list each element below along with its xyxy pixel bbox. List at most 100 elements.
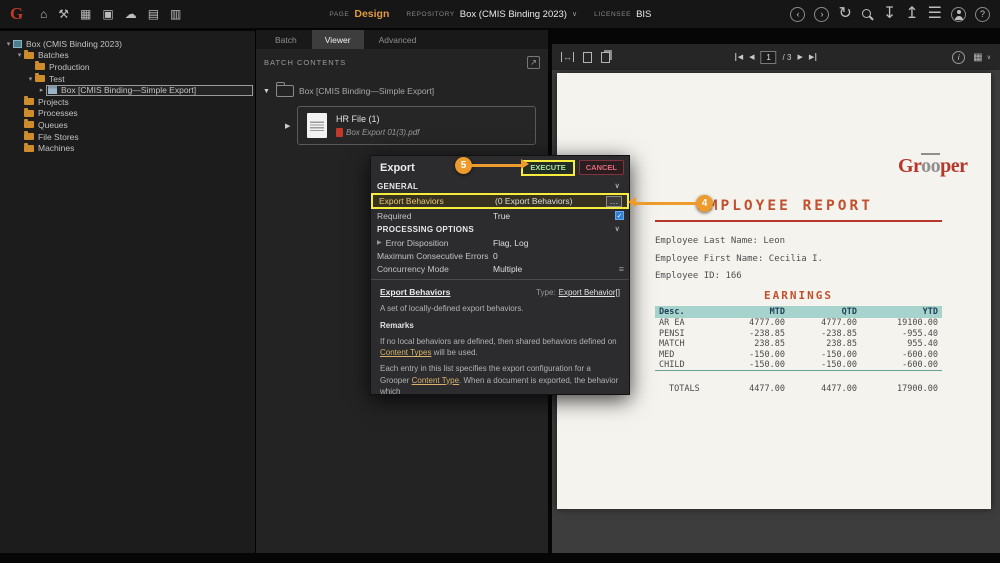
sidebar-item-box-batch[interactable]: ▸ Box [CMIS Binding—Simple Export] xyxy=(0,84,255,96)
stack-icon[interactable]: ☰ xyxy=(928,6,942,22)
help-remark-2: Each entry in this list specifies the ex… xyxy=(380,363,620,395)
content-types-link[interactable]: Content Types xyxy=(380,348,431,357)
content-type-link[interactable]: Content Type xyxy=(412,376,459,385)
export-dialog: Export EXECUTE CANCEL GENERAL ∨ Export B… xyxy=(370,155,630,395)
search-icon[interactable] xyxy=(861,8,874,21)
selected-node-outline[interactable]: Box [CMIS Binding—Simple Export] xyxy=(46,85,253,96)
hamburger-icon[interactable]: ≡ xyxy=(619,264,624,274)
upload-icon[interactable]: ↥ xyxy=(905,6,918,22)
tab-advanced[interactable]: Advanced xyxy=(366,30,430,49)
tab-viewer[interactable]: Viewer xyxy=(312,30,364,49)
sidebar-item-production[interactable]: Production xyxy=(0,61,255,73)
tree-expander-icon[interactable]: ▾ xyxy=(4,40,13,48)
required-checkbox[interactable]: ✓ xyxy=(615,211,624,220)
refresh-icon[interactable]: ↻ xyxy=(838,6,851,22)
sidebar-item-label: Production xyxy=(49,62,90,72)
property-value: 0 xyxy=(493,251,624,261)
annotation-arrow-4-line xyxy=(636,202,697,205)
document-card[interactable]: ▶ HR File (1) Box Export 01(3).pdf xyxy=(297,106,536,145)
sidebar-item-label: Projects xyxy=(38,97,69,107)
processing-options-header[interactable]: PROCESSING OPTIONS ∨ xyxy=(371,222,629,236)
sidebar-item-test[interactable]: ▾ Test xyxy=(0,73,255,85)
folder-icon xyxy=(24,52,34,59)
file-subtitle: Box Export 01(3).pdf xyxy=(336,128,419,137)
viewer-right-icons: i ▦ ∨ xyxy=(952,51,991,64)
grooper-logo[interactable]: G xyxy=(10,4,28,24)
doc-title: EMPLOYEE REPORT xyxy=(697,198,873,214)
chevron-down-icon[interactable]: ∨ xyxy=(572,10,577,18)
sidebar-item-projects[interactable]: Projects xyxy=(0,96,255,108)
sidebar-item-label: Processes xyxy=(38,108,78,118)
multi-page-icon[interactable] xyxy=(601,52,610,63)
sidebar-item-repository[interactable]: ▾ Box (CMIS Binding 2023) xyxy=(0,38,255,50)
sidebar-item-label: Batches xyxy=(38,50,69,60)
viewer-toolbar: ↔ ◀ ◀ 1 / 3 ▶ ▶ i ▦ ∨ xyxy=(552,44,1000,70)
back-icon[interactable]: ‹ xyxy=(790,7,805,22)
help-icon[interactable]: ? xyxy=(975,7,990,22)
batches-icon[interactable]: ▦ xyxy=(80,8,91,20)
earnings-heading: EARNINGS xyxy=(655,289,942,302)
max-consecutive-errors-row[interactable]: Maximum Consecutive Errors 0 xyxy=(371,249,629,262)
folder-icon xyxy=(24,133,34,140)
folders-icon[interactable]: ▤ xyxy=(148,8,159,20)
required-row[interactable]: Required True ✓ xyxy=(371,209,629,222)
sidebar-item-machines[interactable]: Machines xyxy=(0,142,255,154)
sidebar-item-queues[interactable]: Queues xyxy=(0,119,255,131)
popout-icon[interactable]: ↗ xyxy=(527,56,540,69)
table-header-row: Desc. MTD QTD YTD xyxy=(655,306,942,318)
chevron-down-icon[interactable]: ∨ xyxy=(615,182,620,190)
repository-value[interactable]: Box (CMIS Binding 2023) xyxy=(460,9,567,20)
forward-icon[interactable]: › xyxy=(814,7,829,22)
sidebar-item-processes[interactable]: Processes xyxy=(0,108,255,120)
expander-icon[interactable]: ▶ xyxy=(377,239,382,246)
batch-root-folder[interactable]: ▼ Box [CMIS Binding—Simple Export] xyxy=(262,85,540,97)
annotation-step-4: 4 xyxy=(696,195,713,212)
sidebar-item-label: File Stores xyxy=(38,132,79,142)
concurrency-mode-row[interactable]: Concurrency Mode Multiple ≡ xyxy=(371,262,629,275)
tab-batch[interactable]: Batch xyxy=(262,30,310,49)
tree-expander-icon[interactable]: ▾ xyxy=(26,75,35,83)
error-disposition-row[interactable]: ▶ Error Disposition Flag, Log xyxy=(371,236,629,249)
home-icon[interactable]: ⌂ xyxy=(40,8,47,20)
last-page-icon[interactable]: ▶ xyxy=(809,53,817,61)
chevron-down-icon[interactable]: ∨ xyxy=(987,54,991,61)
type-link[interactable]: Export Behavior[] xyxy=(559,287,620,299)
top-right-icons: ‹ › ↻ ↧ ↥ ☰ ? xyxy=(790,6,990,22)
general-section-header[interactable]: GENERAL ∨ xyxy=(371,179,629,193)
cancel-button[interactable]: CANCEL xyxy=(579,160,624,175)
info-icon[interactable]: i xyxy=(952,51,965,64)
property-label: Maximum Consecutive Errors xyxy=(377,251,493,261)
sidebar-item-batches[interactable]: ▾ Batches xyxy=(0,50,255,62)
user-icon[interactable] xyxy=(951,7,966,22)
property-value: (0 Export Behaviors) xyxy=(495,196,606,206)
table-row: MED -150.00 -150.00 -600.00 xyxy=(655,350,942,361)
table-row: CHILD -150.00 -150.00 -600.00 xyxy=(655,360,942,371)
earnings-table: Desc. MTD QTD YTD AR EA 4777.00 4777.00 … xyxy=(655,306,942,371)
folder-icon xyxy=(24,121,34,128)
first-page-icon[interactable]: ◀ xyxy=(735,53,743,61)
tools-icon[interactable]: ⚒ xyxy=(58,8,69,20)
execute-button[interactable]: EXECUTE xyxy=(521,160,574,176)
ellipsis-button[interactable]: … xyxy=(606,196,622,207)
fit-width-icon[interactable]: ↔ xyxy=(561,52,574,62)
previous-page-icon[interactable]: ◀ xyxy=(749,53,754,61)
layout-grid-icon[interactable]: ▦ xyxy=(973,52,982,63)
expander-closed-icon[interactable]: ▶ xyxy=(285,122,290,130)
folder-icon xyxy=(276,85,294,97)
page-number-input[interactable]: 1 xyxy=(761,51,777,64)
tree-expander-icon[interactable]: ▾ xyxy=(15,51,24,59)
single-page-icon[interactable] xyxy=(583,52,592,63)
package-icon[interactable]: ▣ xyxy=(102,8,113,20)
expander-open-icon[interactable]: ▼ xyxy=(262,88,271,95)
stats-icon[interactable]: ▥ xyxy=(170,8,181,20)
page-value[interactable]: Design xyxy=(354,8,389,20)
cloud-icon[interactable]: ☁ xyxy=(125,8,137,20)
export-behaviors-row[interactable]: Export Behaviors (0 Export Behaviors) … xyxy=(371,193,629,209)
next-page-icon[interactable]: ▶ xyxy=(797,53,802,61)
col-desc: Desc. xyxy=(655,306,717,318)
download-icon[interactable]: ↧ xyxy=(883,6,896,22)
tree-expander-icon[interactable]: ▸ xyxy=(37,86,46,94)
dialog-title: Export xyxy=(380,162,415,174)
chevron-down-icon[interactable]: ∨ xyxy=(615,225,620,233)
sidebar-item-file-stores[interactable]: File Stores xyxy=(0,131,255,143)
